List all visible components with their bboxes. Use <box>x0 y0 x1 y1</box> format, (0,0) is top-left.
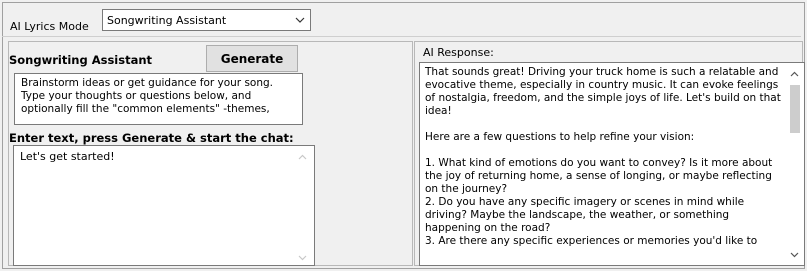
scroll-down-arrow-icon[interactable] <box>790 252 799 258</box>
info-line: Brainstorm ideas or get guidance for you… <box>21 77 274 89</box>
ai-response-box[interactable]: That sounds great! Driving your truck ho… <box>419 62 805 266</box>
mode-select[interactable]: Songwriting Assistant <box>102 9 311 31</box>
chat-input[interactable]: Let's get started! <box>13 145 315 266</box>
scrollbar-thumb[interactable] <box>790 85 800 133</box>
chevron-down-icon <box>295 17 305 23</box>
scroll-up-arrow-icon[interactable] <box>298 154 307 160</box>
ai-list-item: 2. Do you have any specific imagery or s… <box>425 196 745 234</box>
mode-label: AI Lyrics Mode <box>10 20 89 33</box>
ai-list-item: 3. Are there any specific experiences or… <box>425 235 758 247</box>
scroll-up-arrow-icon[interactable] <box>790 71 799 77</box>
songwriting-assistant-title: Songwriting Assistant <box>9 53 153 67</box>
ai-response-label: AI Response: <box>423 46 494 59</box>
ai-response-text: That sounds great! Driving your truck ho… <box>425 66 783 248</box>
info-line: Type your thoughts or questions below, a… <box>21 90 252 102</box>
ai-paragraph: That sounds great! Driving your truck ho… <box>425 66 781 117</box>
scroll-down-arrow-icon[interactable] <box>298 255 307 261</box>
info-line: optionally fill the "common elements" -t… <box>21 103 270 115</box>
generate-button[interactable]: Generate <box>206 45 298 72</box>
ai-paragraph: Here are a few questions to help refine … <box>425 131 695 143</box>
ai-list-item: 1. What kind of emotions do you want to … <box>425 157 773 195</box>
mode-select-value: Songwriting Assistant <box>107 13 227 27</box>
top-divider <box>2 36 801 37</box>
chat-input-text: Let's get started! <box>20 150 115 163</box>
enter-text-label: Enter text, press Generate & start the c… <box>9 131 294 145</box>
ai-response-scrollbar[interactable] <box>786 63 804 265</box>
info-box: Brainstorm ideas or get guidance for you… <box>14 73 303 125</box>
